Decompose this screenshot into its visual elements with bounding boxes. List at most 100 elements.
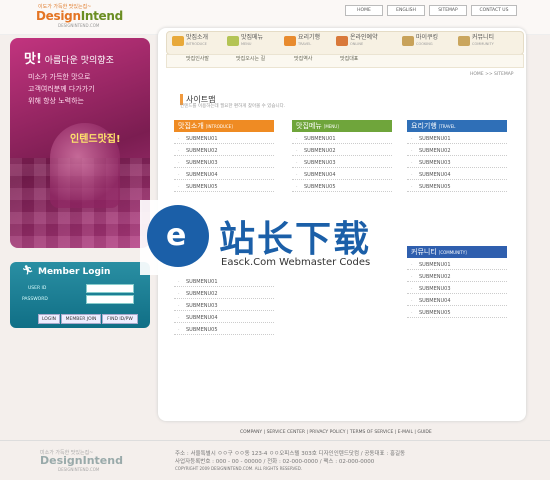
topnav-contact[interactable]: CONTACT US <box>471 5 517 16</box>
sitemap-subitem[interactable]: SUBMENU04 <box>407 170 507 180</box>
menu-item-1[interactable]: 맛집메뉴 MENU <box>227 33 263 49</box>
footer-links[interactable]: COMPANY | SERVICE CENTER | PRIVACY POLIC… <box>240 430 432 435</box>
sitemap-subitem[interactable]: SUBMENU04 <box>407 296 507 306</box>
menu-item-2[interactable]: 요리기행 TRAVEL <box>284 33 320 49</box>
user-id-label: USER ID <box>28 286 47 291</box>
sitemap-subitem[interactable]: SUBMENU05 <box>407 182 507 192</box>
footer-address: 주소 : 서울특별시 ㅇㅇ구 ㅇㅇ동 123-4 ㅇㅇ오피스텔 303호 디자인… <box>175 451 406 457</box>
menu-label-sub: ONLINE <box>350 42 364 46</box>
menu-item-4[interactable]: 마이쿠킹 COOKING <box>402 33 438 49</box>
promo-title-rest: 아름다운 맛의향조 <box>41 56 114 66</box>
submenu-history[interactable]: 맛집역사 <box>294 55 312 62</box>
menu-label-text: 맛집소개 <box>186 34 209 41</box>
submenu-greeting[interactable]: 맛집인사말 <box>186 55 209 62</box>
menu-label-sub: TRAVEL <box>298 42 312 46</box>
category-sub: [MENU] <box>323 123 339 129</box>
category-sub: [TRAVEL <box>438 123 456 129</box>
category-name: 맛집메뉴 <box>296 122 322 130</box>
logo-subtitle: DESIGNINTEND.COM <box>58 23 100 28</box>
sitemap-subitem[interactable]: SUBMENU03 <box>174 158 274 168</box>
sitemap-subitem[interactable]: SUBMENU05 <box>407 308 507 318</box>
menu-item-5[interactable]: 커뮤니티 COMMUNITY <box>458 33 494 49</box>
category-name: 요리기행 <box>411 122 437 130</box>
sitemap-subitem[interactable]: SUBMENU04 <box>174 170 274 180</box>
footer-logo-subtitle: DESIGNINTEND.COM <box>58 467 100 472</box>
user-id-input[interactable] <box>86 284 134 293</box>
menu-item-3[interactable]: 온라인예약 ONLINE <box>336 33 378 49</box>
category-name: 커뮤니티 <box>411 248 437 256</box>
menu-label-text: 커뮤니티 <box>472 34 495 41</box>
sitemap-subitem[interactable]: SUBMENU02 <box>174 289 274 299</box>
promo-title: 맛! 아름다운 맛의향조 <box>24 48 114 67</box>
sitemap-subitem[interactable]: SUBMENU03 <box>407 158 507 168</box>
login-title: Member Login <box>38 267 111 277</box>
sitemap-subitem[interactable]: SUBMENU01 <box>407 260 507 270</box>
sitemap-subitem[interactable]: SUBMENU02 <box>292 146 392 156</box>
sitemap-subitem[interactable]: SUBMENU02 <box>407 146 507 156</box>
category-sub: [INTRODUCE] <box>205 123 233 129</box>
menu-icon <box>172 36 184 46</box>
menu-label: 맛집소개 INTRODUCE <box>186 35 208 47</box>
sitemap-subitem[interactable]: SUBMENU05 <box>174 182 274 192</box>
footer-copyright: COPYRIGHT 2009 DESIGNINTEND.COM. ALL RIG… <box>175 466 303 471</box>
top-nav: HOME ENGLISH SITEMAP CONTACT US <box>345 5 517 16</box>
menu-label-sub: MENU <box>241 42 252 46</box>
promo-line-1: 미소가 가득한 맛으로 <box>28 73 91 81</box>
watermark-e-glyph: e <box>166 218 187 253</box>
page-description: 인텐드를 이용하는데 필요한 편하게 찾아볼 수 있습니다. <box>180 104 286 109</box>
sitemap-subitem[interactable]: SUBMENU04 <box>174 313 274 323</box>
menu-icon <box>284 36 296 46</box>
promo-line-2: 고객여러분께 다가가기 <box>28 85 95 93</box>
footer-logo: DesignIntend <box>40 454 123 467</box>
footer-divider <box>0 440 550 441</box>
promo-banner[interactable]: 맛! 아름다운 맛의향조 미소가 가득한 맛으로 고객여러분께 다가가기 위해 … <box>10 38 150 248</box>
find-idpw-button[interactable]: FIND ID/PW <box>102 314 138 324</box>
footer-business-info: 사업자등록번호 : 000 - 00 - 00000 / 전화 : 02-000… <box>175 459 375 465</box>
sitemap-subitem[interactable]: SUBMENU04 <box>292 170 392 180</box>
sitemap-subitem[interactable]: SUBMENU05 <box>174 325 274 335</box>
promo-line-3: 위해 항상 노력하는 <box>28 97 84 105</box>
menu-label-text: 온라인예약 <box>350 34 378 41</box>
sitemap-subitem[interactable]: SUBMENU03 <box>174 301 274 311</box>
menu-label: 마이쿠킹 COOKING <box>416 35 438 47</box>
password-input[interactable] <box>86 295 134 304</box>
watermark-english-text: Easck.Com Webmaster Codes <box>221 257 371 268</box>
sitemap-subitem[interactable]: SUBMENU05 <box>292 182 392 192</box>
menu-item-0[interactable]: 맛집소개 INTRODUCE <box>172 33 208 49</box>
sitemap-subitem[interactable]: SUBMENU02 <box>174 146 274 156</box>
menu-label: 맛집메뉴 MENU <box>241 35 263 47</box>
breadcrumb: HOME >> SITEMAP <box>470 72 514 77</box>
menu-label-text: 요리기행 <box>298 34 321 41</box>
promo-title-main: 맛! <box>24 52 42 67</box>
run-icon: 🏃︎ <box>22 266 34 276</box>
menu-label-text: 맛집메뉴 <box>241 34 264 41</box>
logo-intend: Intend <box>80 9 124 23</box>
category-header-2[interactable]: 요리기행 [TRAVEL <box>407 120 507 132</box>
sitemap-subitem[interactable]: SUBMENU03 <box>407 284 507 294</box>
topnav-sitemap[interactable]: SITEMAP <box>429 5 467 16</box>
menu-label-sub: INTRODUCE <box>186 42 207 46</box>
category-header-3[interactable]: 커뮤니티 [COMMUNITY] <box>407 246 507 258</box>
category-header-1[interactable]: 맛집메뉴 [MENU] <box>292 120 392 132</box>
category-sub: [COMMUNITY] <box>438 249 467 255</box>
sitemap-subitem[interactable]: SUBMENU01 <box>174 277 274 287</box>
member-join-button[interactable]: MEMBER JOIN <box>61 314 101 324</box>
sitemap-subitem[interactable]: SUBMENU02 <box>407 272 507 282</box>
sitemap-subitem[interactable]: SUBMENU01 <box>292 134 392 144</box>
topnav-english[interactable]: ENGLISH <box>387 5 425 16</box>
menu-icon <box>458 36 470 46</box>
submenu-directions[interactable]: 맛집오시는 길 <box>236 55 265 62</box>
menu-label-sub: COOKING <box>416 42 433 46</box>
login-button[interactable]: LOGIN <box>38 314 60 324</box>
submenu-ceo[interactable]: 맛집대표 <box>340 55 358 62</box>
sitemap-subitem[interactable]: SUBMENU01 <box>407 134 507 144</box>
password-label: PASSWORD <box>22 297 48 302</box>
topnav-home[interactable]: HOME <box>345 5 383 16</box>
menu-label: 요리기행 TRAVEL <box>298 35 320 47</box>
site-logo[interactable]: DesignIntend <box>36 9 123 23</box>
sitemap-subitem[interactable]: SUBMENU01 <box>174 134 274 144</box>
watermark-chinese-text: 站长下载 <box>219 219 372 260</box>
category-header-0[interactable]: 맛집소개 [INTRODUCE] <box>174 120 274 132</box>
sitemap-subitem[interactable]: SUBMENU03 <box>292 158 392 168</box>
promo-highlight: 인텐드맛집! <box>70 134 121 145</box>
